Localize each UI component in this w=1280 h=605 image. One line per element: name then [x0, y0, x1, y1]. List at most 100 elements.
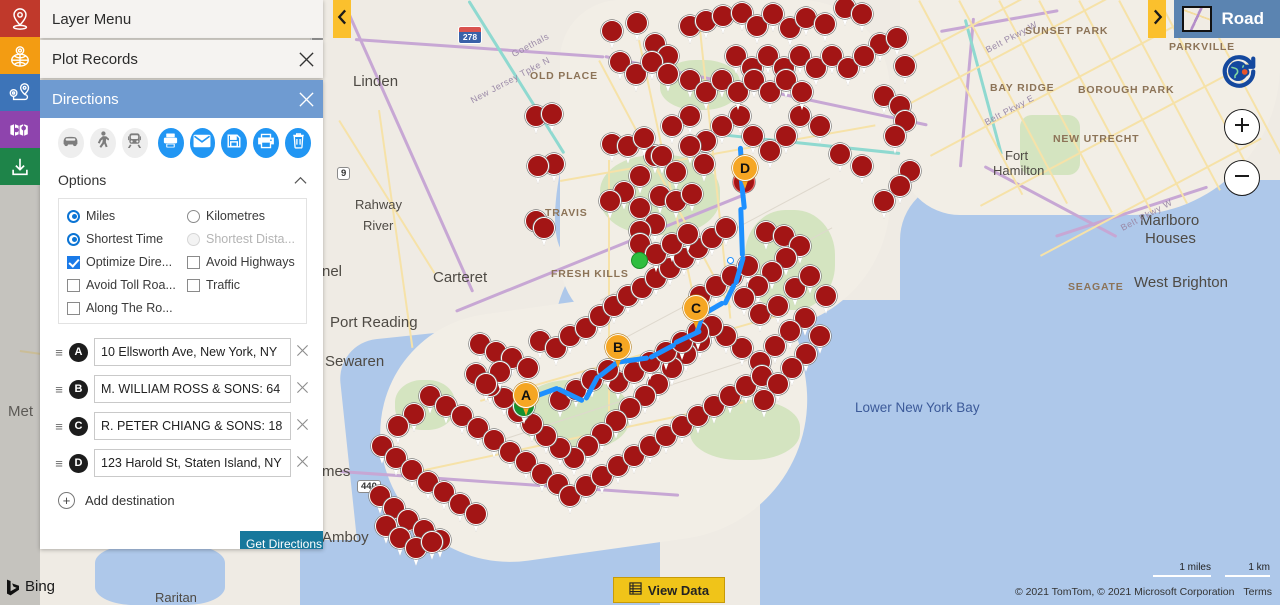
sidebar-item-plot-pin[interactable] [0, 0, 40, 37]
record-pin[interactable] [527, 155, 549, 185]
mode-walking[interactable] [89, 128, 116, 158]
tool-rail [0, 0, 40, 186]
record-pin[interactable] [421, 531, 443, 561]
basemap-selector[interactable]: Road [1173, 0, 1280, 38]
road-shield: 9 [337, 167, 351, 180]
drag-handle-icon[interactable]: ≡ [52, 345, 66, 360]
record-pin[interactable] [851, 155, 873, 185]
destination-row: ≡ D [52, 449, 313, 477]
record-pin[interactable] [753, 389, 775, 419]
record-pin[interactable] [599, 190, 621, 220]
remove-destination-button[interactable] [291, 418, 313, 435]
zoom-in-button[interactable] [1224, 109, 1260, 145]
record-pin[interactable] [665, 161, 687, 191]
record-pin[interactable] [809, 115, 831, 145]
record-pin[interactable] [677, 223, 699, 253]
record-pin[interactable] [829, 143, 851, 173]
route-marker-c[interactable]: C [683, 295, 709, 329]
record-pin[interactable] [884, 125, 906, 155]
record-pin[interactable] [693, 153, 715, 183]
record-pin[interactable] [601, 20, 623, 50]
close-icon [298, 91, 315, 108]
close-icon [296, 381, 308, 393]
add-destination-button[interactable]: + Add destination [40, 486, 323, 509]
record-pin[interactable] [851, 3, 873, 33]
option-optimize[interactable]: Optimize Dire... [67, 255, 187, 269]
option-miles[interactable]: Miles [67, 209, 187, 223]
record-pin[interactable] [814, 13, 836, 43]
record-pin[interactable] [886, 27, 908, 57]
option-kilometres[interactable]: Kilometres [187, 209, 298, 223]
layer-menu-panel: Layer Menu [40, 0, 323, 38]
map-label: River [363, 218, 394, 233]
drag-handle-icon[interactable]: ≡ [52, 456, 66, 471]
radio-indicator [187, 209, 200, 223]
options-toggle[interactable]: Options [40, 166, 323, 194]
record-pin[interactable] [853, 45, 875, 75]
sidebar-item-territories[interactable] [0, 111, 40, 148]
get-directions-button[interactable]: Get Directions [240, 531, 323, 549]
delete-button[interactable] [285, 128, 311, 158]
option-shortest-time[interactable]: Shortest Time [67, 232, 187, 246]
destination-input-a[interactable] [94, 338, 291, 366]
record-pin[interactable] [873, 190, 895, 220]
option-avoid-highways[interactable]: Avoid Highways [187, 255, 298, 269]
route-marker-d[interactable]: D [732, 155, 758, 189]
record-pin[interactable] [791, 81, 813, 111]
record-pin[interactable] [465, 503, 487, 533]
record-pin[interactable] [541, 103, 563, 133]
drag-handle-icon[interactable]: ≡ [52, 382, 66, 397]
scale-miles: 1 miles [1153, 562, 1211, 577]
fax-icon [162, 132, 179, 154]
sidebar-item-directions[interactable] [0, 74, 40, 111]
remove-destination-button[interactable] [291, 344, 313, 361]
download-icon [9, 156, 31, 178]
chevron-right-icon [1152, 9, 1163, 30]
save-button[interactable] [221, 128, 248, 158]
close-icon [296, 418, 308, 430]
drag-handle-icon[interactable]: ≡ [52, 419, 66, 434]
remove-destination-button[interactable] [291, 381, 313, 398]
destination-input-d[interactable] [94, 449, 291, 477]
locate-me-button[interactable] [1220, 52, 1258, 90]
mode-driving[interactable] [58, 128, 84, 158]
directions-close-button[interactable] [289, 82, 323, 116]
transit-icon [126, 132, 143, 154]
route-marker-label: B [605, 334, 631, 360]
record-pin[interactable] [533, 217, 555, 247]
record-pin[interactable] [657, 63, 679, 93]
print-button[interactable] [253, 128, 280, 158]
checkbox-indicator [187, 255, 200, 269]
sidebar-item-radius[interactable] [0, 37, 40, 74]
mode-transit[interactable] [121, 128, 148, 158]
checkbox-indicator [67, 301, 80, 315]
collapse-panels-button[interactable] [333, 0, 351, 38]
minus-icon [1232, 166, 1252, 191]
terms-link[interactable]: Terms [1243, 586, 1272, 598]
route-marker-a[interactable]: A [513, 382, 539, 416]
option-along-the-route[interactable]: Along The Ro... [67, 301, 187, 315]
email-button[interactable] [189, 128, 216, 158]
pin-radius-icon [9, 44, 31, 68]
remove-destination-button[interactable] [291, 455, 313, 472]
record-pin[interactable] [715, 217, 737, 247]
destination-input-b[interactable] [94, 375, 291, 403]
destination-badge: C [69, 416, 88, 436]
view-data-button[interactable]: View Data [613, 577, 725, 603]
zoom-out-button[interactable] [1224, 160, 1260, 196]
destination-input-c[interactable] [94, 412, 291, 440]
highlight-dot[interactable] [631, 252, 648, 269]
record-pin[interactable] [475, 373, 497, 403]
route-marker-b[interactable]: B [605, 334, 631, 368]
option-avoid-tolls[interactable]: Avoid Toll Roa... [67, 278, 187, 292]
expand-basemap-button[interactable] [1148, 0, 1166, 38]
record-pin[interactable] [894, 55, 916, 85]
bing-logo[interactable]: Bing [6, 578, 55, 595]
fax-button[interactable] [157, 128, 184, 158]
territory-map-icon [8, 119, 32, 141]
plot-records-close-button[interactable] [289, 42, 323, 76]
option-traffic[interactable]: Traffic [187, 278, 298, 292]
chevron-up-icon [294, 172, 307, 188]
record-pin[interactable] [815, 285, 837, 315]
sidebar-item-download[interactable] [0, 148, 40, 185]
